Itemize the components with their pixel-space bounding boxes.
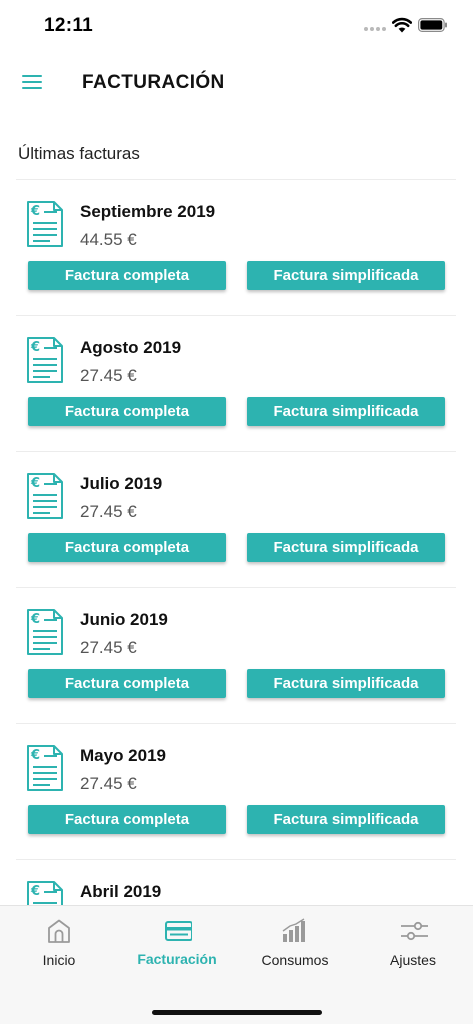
svg-text:€: € bbox=[30, 884, 40, 899]
invoice-actions: Factura completa Factura simplificada bbox=[28, 669, 445, 698]
simplified-invoice-button[interactable]: Factura simplificada bbox=[247, 805, 445, 834]
invoice-document-icon: € bbox=[27, 881, 63, 905]
tab-inicio[interactable]: Inicio bbox=[0, 906, 118, 986]
invoice-card: € Junio 2019 27.45 € Factura completa Fac… bbox=[16, 587, 456, 723]
tab-facturacion[interactable]: Facturación bbox=[118, 906, 236, 986]
invoice-document-icon: € bbox=[27, 337, 63, 383]
invoice-actions: Factura completa Factura simplificada bbox=[28, 805, 445, 834]
svg-text:€: € bbox=[30, 340, 40, 355]
app-header: FACTURACIÓN bbox=[0, 56, 473, 112]
invoice-actions: Factura completa Factura simplificada bbox=[28, 397, 445, 426]
home-icon bbox=[48, 919, 70, 943]
home-indicator bbox=[152, 1010, 322, 1015]
tab-label: Inicio bbox=[42, 952, 76, 968]
invoice-month: Junio 2019 bbox=[80, 610, 168, 629]
status-bar: 12:11 bbox=[0, 0, 473, 50]
invoice-document-icon: € bbox=[27, 745, 63, 791]
invoice-amount: 27.45 € bbox=[80, 366, 137, 385]
page-title: FACTURACIÓN bbox=[82, 72, 225, 93]
invoice-card: € Julio 2019 27.45 € Factura completa Fac… bbox=[16, 451, 456, 587]
full-invoice-button[interactable]: Factura completa bbox=[28, 397, 226, 426]
invoice-amount: 27.45 € bbox=[80, 638, 137, 657]
invoice-card: € Septiembre 2019 44.55 € Factura complet… bbox=[16, 179, 456, 315]
svg-text:€: € bbox=[30, 748, 40, 763]
invoice-document-icon: € bbox=[27, 201, 63, 247]
full-invoice-button[interactable]: Factura completa bbox=[28, 533, 226, 562]
wifi-icon bbox=[392, 17, 412, 33]
battery-icon bbox=[418, 18, 447, 32]
simplified-invoice-button[interactable]: Factura simplificada bbox=[247, 261, 445, 290]
invoice-document-icon: € bbox=[27, 473, 63, 519]
svg-text:€: € bbox=[30, 612, 40, 627]
full-invoice-button[interactable]: Factura completa bbox=[28, 261, 226, 290]
svg-text:€: € bbox=[30, 476, 40, 491]
invoice-actions: Factura completa Factura simplificada bbox=[28, 533, 445, 562]
tab-label: Consumos bbox=[261, 952, 329, 968]
section-title: Últimas facturas bbox=[18, 144, 140, 163]
tab-consumos[interactable]: Consumos bbox=[236, 906, 354, 986]
invoice-list[interactable]: € Septiembre 2019 44.55 € Factura complet… bbox=[16, 179, 456, 905]
simplified-invoice-button[interactable]: Factura simplificada bbox=[247, 397, 445, 426]
invoice-card: € Abril 2019 bbox=[16, 859, 456, 905]
bar-chart-icon bbox=[282, 918, 305, 942]
svg-text:€: € bbox=[30, 204, 40, 219]
invoice-document-icon: € bbox=[27, 609, 63, 655]
hamburger-menu-icon[interactable] bbox=[20, 72, 44, 92]
full-invoice-button[interactable]: Factura completa bbox=[28, 805, 226, 834]
invoice-card: € Agosto 2019 27.45 € Factura completa Fa… bbox=[16, 315, 456, 451]
bottom-tab-bar: Inicio Facturación Consumos Ajustes bbox=[0, 905, 473, 1024]
tab-label: Ajustes bbox=[390, 952, 436, 968]
tab-label: Facturación bbox=[137, 951, 217, 967]
app-screen: 12:11 FACTURACIÓN Últimas facturas € Sep… bbox=[0, 0, 473, 1024]
card-icon bbox=[165, 921, 192, 941]
full-invoice-button[interactable]: Factura completa bbox=[28, 669, 226, 698]
invoice-month: Agosto 2019 bbox=[80, 338, 182, 357]
status-time: 12:11 bbox=[44, 15, 94, 36]
invoice-month: Septiembre 2019 bbox=[80, 202, 216, 221]
invoice-card: € Mayo 2019 27.45 € Factura completa Fact… bbox=[16, 723, 456, 859]
cellular-signal-icon bbox=[364, 27, 386, 31]
sliders-icon bbox=[401, 921, 428, 941]
invoice-month: Julio 2019 bbox=[80, 474, 163, 493]
simplified-invoice-button[interactable]: Factura simplificada bbox=[247, 533, 445, 562]
simplified-invoice-button[interactable]: Factura simplificada bbox=[247, 669, 445, 698]
tab-ajustes[interactable]: Ajustes bbox=[354, 906, 472, 986]
invoice-month: Abril 2019 bbox=[80, 882, 162, 901]
invoice-amount: 44.55 € bbox=[80, 230, 137, 249]
invoice-amount: 27.45 € bbox=[80, 774, 137, 793]
invoice-amount: 27.45 € bbox=[80, 502, 137, 521]
invoice-month: Mayo 2019 bbox=[80, 746, 166, 765]
invoice-actions: Factura completa Factura simplificada bbox=[28, 261, 445, 290]
